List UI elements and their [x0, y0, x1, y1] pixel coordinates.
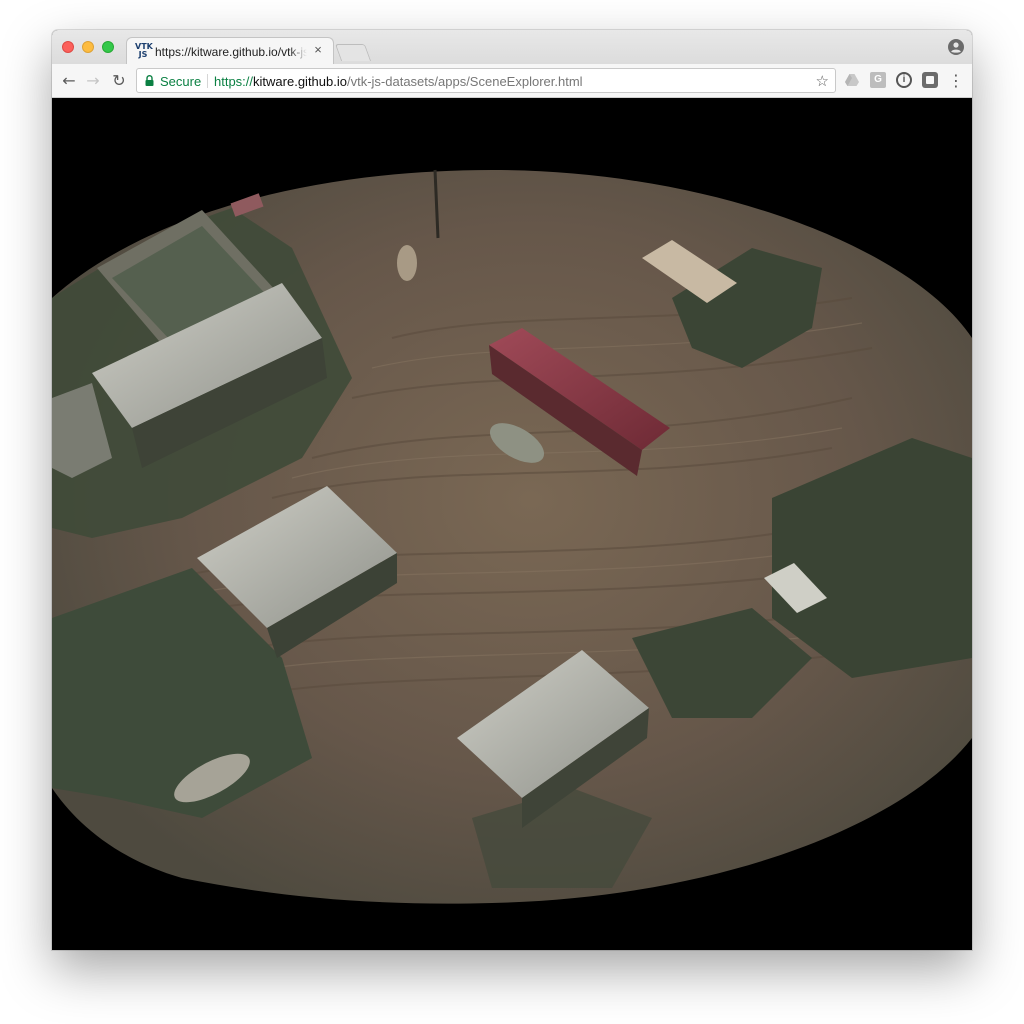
url-path: /vtk-js-datasets/apps/SceneExplorer.html: [346, 74, 583, 89]
info-extension-icon[interactable]: i: [896, 72, 912, 88]
browser-toolbar: ← → ↻ Secure https://kitware.github.io/v…: [52, 64, 972, 98]
square-extension-icon[interactable]: [922, 72, 938, 88]
g-extension-icon[interactable]: G: [870, 72, 886, 88]
lock-icon: [145, 75, 154, 86]
tab-strip: VTK JS https://kitware.github.io/vtk-js …: [52, 30, 972, 65]
3d-terrain-scene[interactable]: [52, 98, 972, 950]
forward-button[interactable]: →: [84, 72, 102, 90]
browser-window: VTK JS https://kitware.github.io/vtk-js …: [52, 30, 972, 950]
reload-button[interactable]: ↻: [110, 72, 128, 90]
address-bar[interactable]: Secure https://kitware.github.io/vtk-js-…: [136, 68, 836, 93]
profile-icon[interactable]: [948, 39, 964, 55]
maximize-window-button[interactable]: [102, 41, 114, 53]
url-host: kitware.github.io: [253, 74, 347, 89]
url-scheme: https://: [214, 74, 254, 89]
tab-active[interactable]: VTK JS https://kitware.github.io/vtk-js …: [126, 37, 334, 65]
tab-title: https://kitware.github.io/vtk-js: [155, 45, 307, 59]
vtk-render-viewport[interactable]: [52, 98, 972, 950]
bookmark-star-icon[interactable]: ☆: [816, 72, 829, 90]
new-tab-button[interactable]: [334, 44, 372, 61]
tab-close-button[interactable]: ×: [311, 43, 325, 57]
drive-extension-icon[interactable]: [844, 72, 860, 88]
vtk-favicon-icon: VTK JS: [135, 42, 153, 59]
secure-label: Secure: [160, 74, 202, 89]
address-separator: [207, 74, 208, 88]
browser-menu-button[interactable]: ⋮: [948, 72, 964, 90]
minimize-window-button[interactable]: [82, 41, 94, 53]
back-button[interactable]: ←: [60, 72, 78, 90]
url-text[interactable]: https://kitware.github.io/vtk-js-dataset…: [214, 74, 583, 89]
close-window-button[interactable]: [62, 41, 74, 53]
